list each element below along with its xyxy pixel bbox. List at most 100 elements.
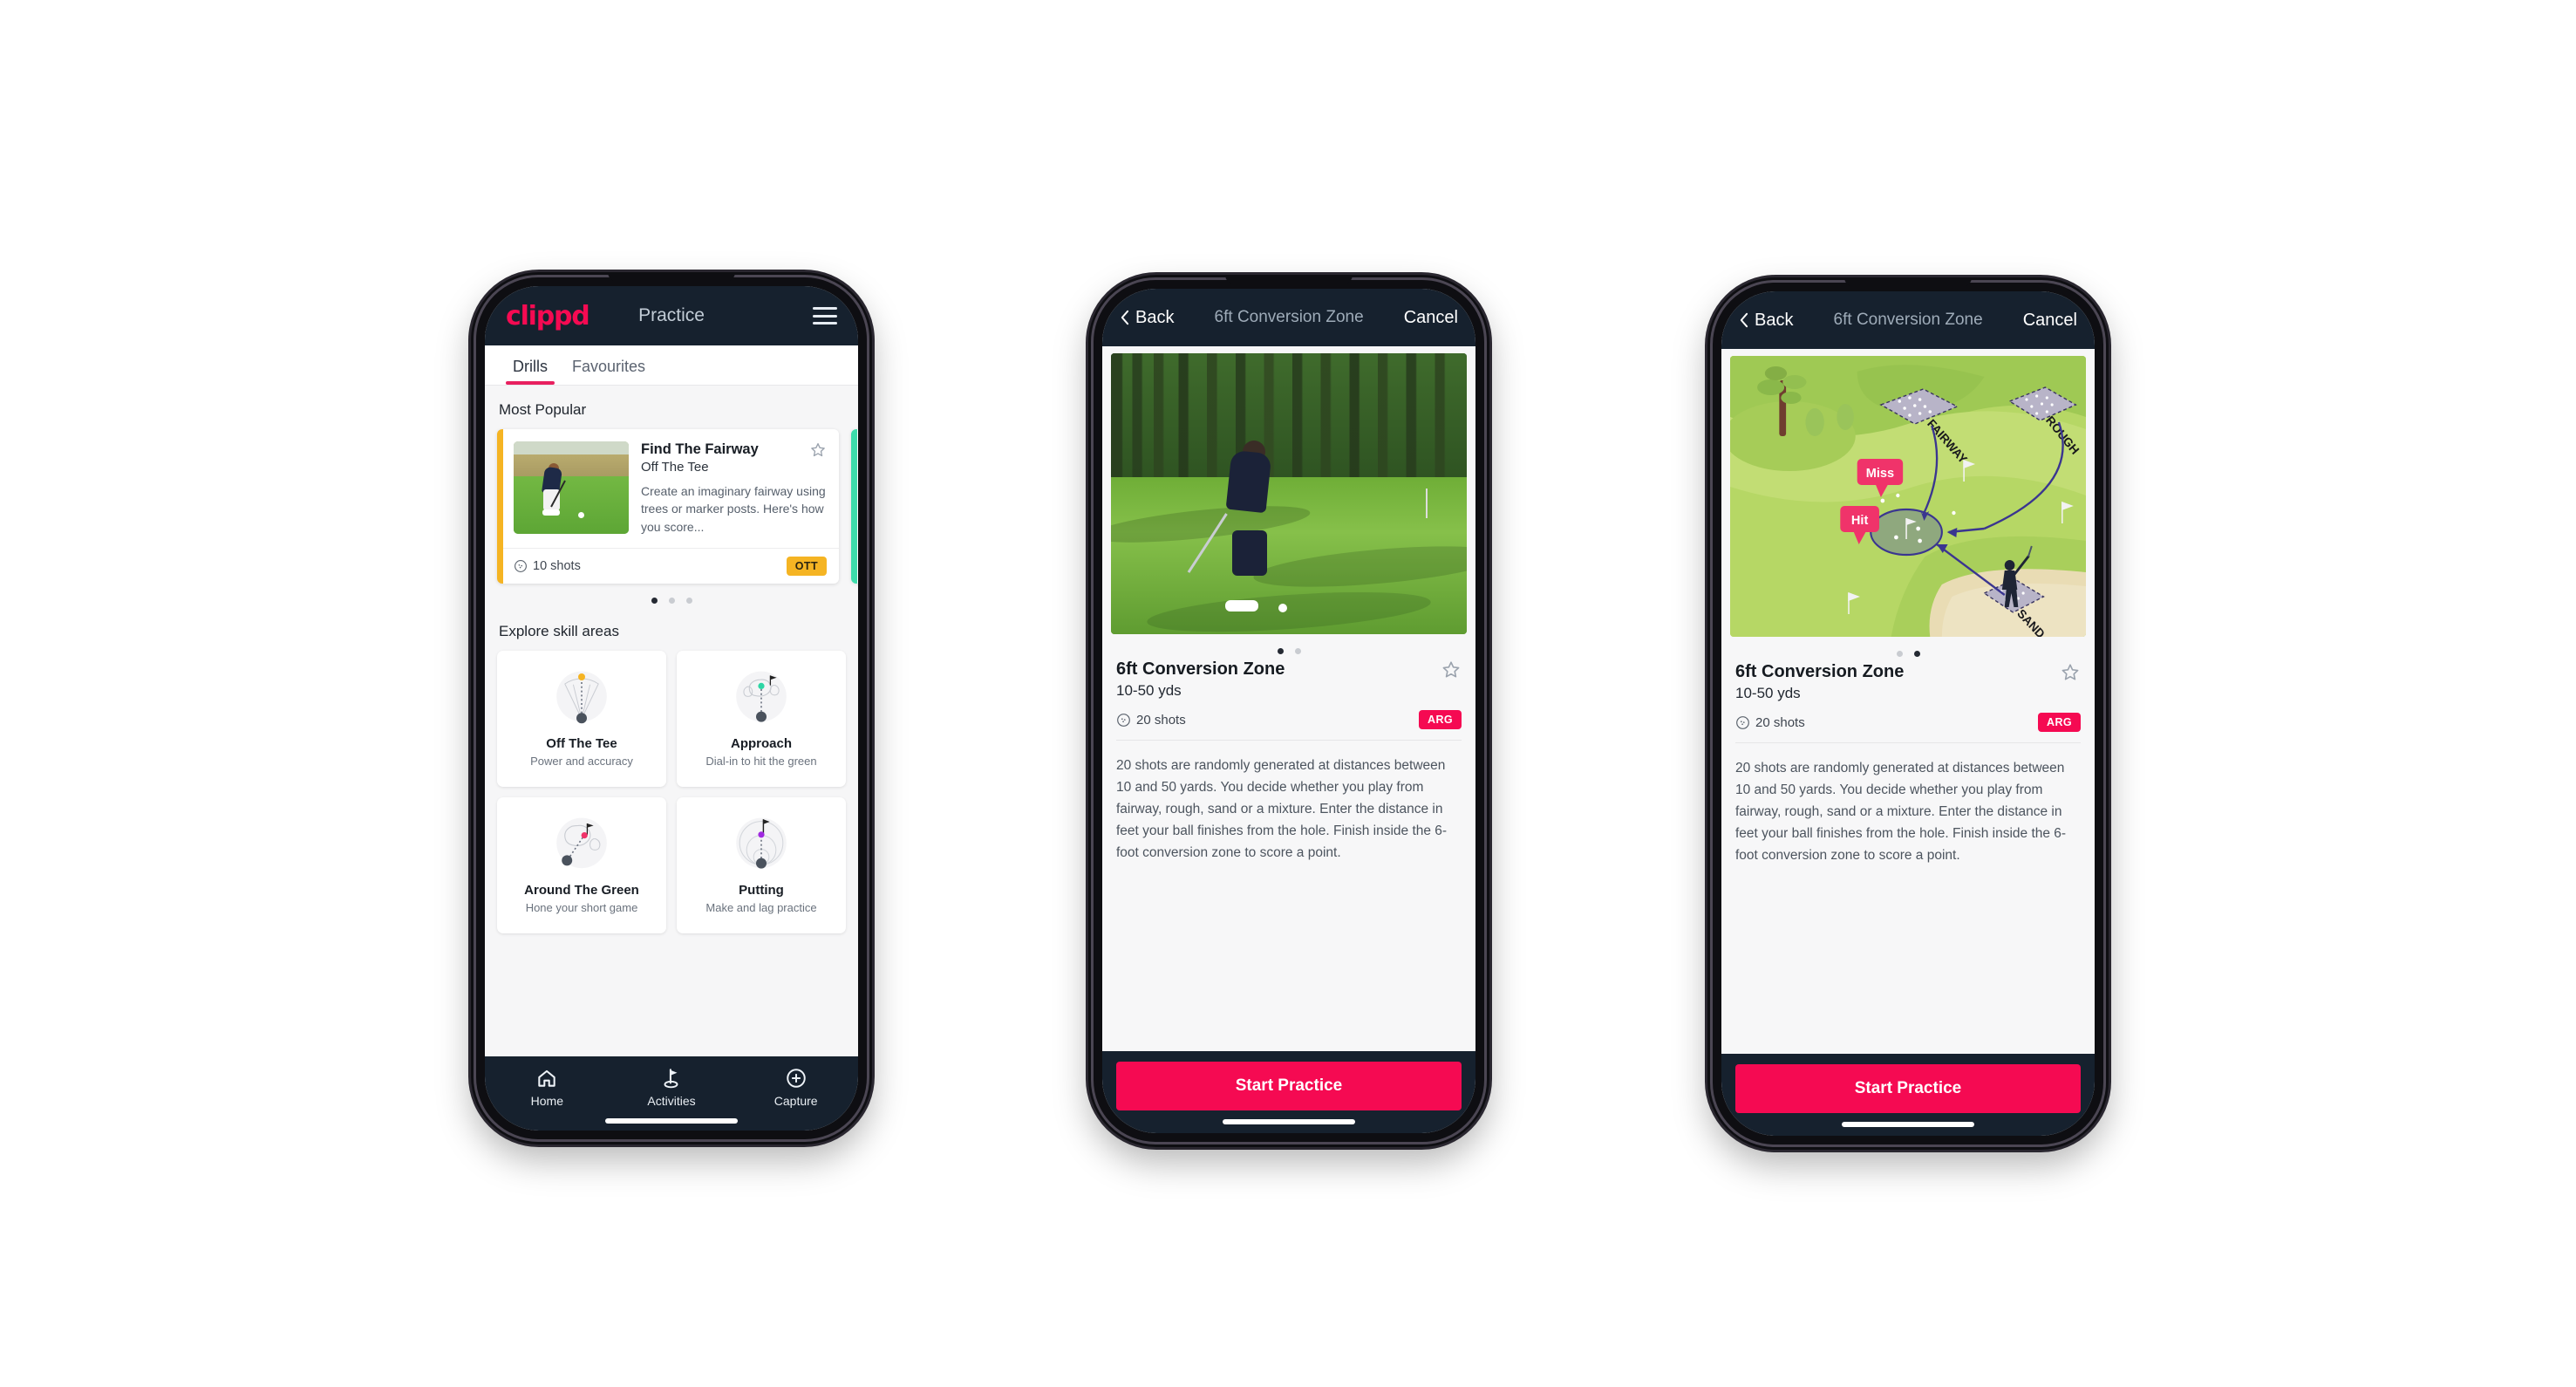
star-outline-icon[interactable] xyxy=(1441,659,1462,680)
drill-card-footer: 10 shots OTT xyxy=(503,547,839,584)
drill-shots-label: 10 shots xyxy=(533,558,581,573)
detail-title: 6ft Conversion Zone xyxy=(1735,662,1905,681)
back-label: Back xyxy=(1135,307,1175,327)
media-dot-1[interactable] xyxy=(1277,648,1284,654)
section-title-most-popular: Most Popular xyxy=(499,401,587,418)
nav-item-activities[interactable]: Activities xyxy=(610,1067,734,1108)
drill-title: Find The Fairway xyxy=(641,441,759,457)
plus-circle-icon xyxy=(786,1069,806,1088)
phone-mockup-drill-detail-photo: Back 6ft Conversion Zone Cancel 6ft Conv… xyxy=(1088,275,1489,1147)
approach-green-icon xyxy=(736,671,787,722)
phone-notch xyxy=(1225,275,1353,284)
detail-top-bar: Back 6ft Conversion Zone Cancel xyxy=(1102,289,1475,346)
hamburger-menu-icon[interactable] xyxy=(813,307,837,325)
tab-favourites[interactable]: Favourites xyxy=(560,345,658,385)
media-dot-2[interactable] xyxy=(1294,648,1301,654)
callout-miss-label: Miss xyxy=(1866,467,1894,481)
start-practice-button[interactable]: Start Practice xyxy=(1735,1064,2081,1113)
tee-shot-cone-icon xyxy=(556,671,607,724)
drill-badge-ott: OTT xyxy=(786,556,827,576)
skill-desc: Power and accuracy xyxy=(530,754,633,768)
home-indicator xyxy=(605,1118,738,1124)
media-carousel-dots[interactable] xyxy=(1102,648,1475,654)
drill-subtitle: Off The Tee xyxy=(641,460,709,475)
skill-name: Around The Green xyxy=(524,882,639,898)
back-button[interactable]: Back xyxy=(1739,311,1793,331)
media-dot-1[interactable] xyxy=(1896,651,1903,657)
skill-desc: Hone your short game xyxy=(525,900,638,914)
skill-name: Approach xyxy=(730,735,792,751)
golf-course-diagram: FAIRWAY ROUGH SAND Miss Hit xyxy=(1730,356,2086,637)
drill-media-photo[interactable] xyxy=(1111,353,1467,634)
skill-card-off-the-tee[interactable]: Off The Tee Power and accuracy xyxy=(497,650,666,787)
detail-bar-title: 6ft Conversion Zone xyxy=(1833,311,1983,329)
skill-name: Off The Tee xyxy=(546,735,617,751)
home-icon xyxy=(538,1069,556,1087)
nav-item-home[interactable]: Home xyxy=(485,1067,610,1108)
drill-media-illustration[interactable]: FAIRWAY ROUGH SAND Miss Hit xyxy=(1730,356,2086,637)
detail-title-row: 6ft Conversion Zone 10-50 yds xyxy=(1116,659,1462,700)
nav-item-capture[interactable]: Capture xyxy=(733,1067,858,1108)
detail-description: 20 shots are randomly generated at dista… xyxy=(1735,761,2067,864)
back-button[interactable]: Back xyxy=(1120,308,1174,328)
detail-meta-row: 20 shots ARG xyxy=(1116,710,1462,729)
clippd-logo: clippd xyxy=(506,300,590,331)
detail-header: 6ft Conversion Zone 10-50 yds 20 shots A… xyxy=(1721,662,2095,732)
star-outline-icon[interactable] xyxy=(809,441,827,459)
cancel-button[interactable]: Cancel xyxy=(2023,311,2077,331)
carousel-next-card-peek[interactable] xyxy=(851,429,858,584)
phone-mockup-drill-detail-illustration: Back 6ft Conversion Zone Cancel FAIRWAY … xyxy=(1707,277,2109,1150)
skill-card-putting[interactable]: Putting Make and lag practice xyxy=(677,796,846,933)
carousel-dot-2[interactable] xyxy=(668,597,675,604)
nav-label: Home xyxy=(530,1094,564,1108)
app-screen-drill-detail: Back 6ft Conversion Zone Cancel 6ft Conv… xyxy=(1102,289,1475,1133)
detail-top-bar: Back 6ft Conversion Zone Cancel xyxy=(1721,291,2095,349)
drill-card-body: Find The Fairway Off The Tee Create an i… xyxy=(503,429,839,548)
cta-container: Start Practice xyxy=(1721,1054,2095,1136)
cancel-button[interactable]: Cancel xyxy=(1404,308,1458,328)
media-dot-2[interactable] xyxy=(1913,651,1920,657)
detail-body: 6ft Conversion Zone 10-50 yds 20 shots A… xyxy=(1102,346,1475,1051)
app-screen-drill-detail-illustration: Back 6ft Conversion Zone Cancel FAIRWAY … xyxy=(1721,291,2095,1136)
practice-scroll-area[interactable]: Most Popular Find The Fairway Off The Te… xyxy=(485,386,858,1056)
drill-thumbnail-image xyxy=(514,441,629,534)
skill-card-approach[interactable]: Approach Dial-in to hit the green xyxy=(677,650,846,787)
detail-shots: 20 shots xyxy=(1116,713,1186,728)
golf-ball-icon xyxy=(1117,713,1130,727)
tab-drills[interactable]: Drills xyxy=(501,345,560,385)
section-title-explore-skill-areas: Explore skill areas xyxy=(499,622,619,639)
around-green-icon xyxy=(556,817,607,869)
phone-notch xyxy=(608,272,735,282)
detail-bar-title: 6ft Conversion Zone xyxy=(1214,308,1364,326)
detail-badge-arg: ARG xyxy=(1419,710,1462,729)
skill-desc: Dial-in to hit the green xyxy=(705,754,817,768)
detail-shots-label: 20 shots xyxy=(1755,714,1805,730)
detail-header: 6ft Conversion Zone 10-50 yds 20 shots A… xyxy=(1102,659,1475,729)
back-label: Back xyxy=(1755,310,1794,330)
most-popular-carousel[interactable]: Find The Fairway Off The Tee Create an i… xyxy=(497,429,858,584)
detail-description: 20 shots are randomly generated at dista… xyxy=(1116,758,1448,861)
media-carousel-dots[interactable] xyxy=(1721,651,2095,657)
skill-card-around-the-green[interactable]: Around The Green Hone your short game xyxy=(497,796,666,933)
golf-ball-icon xyxy=(1736,715,1749,729)
start-practice-button[interactable]: Start Practice xyxy=(1116,1062,1462,1110)
carousel-dot-1[interactable] xyxy=(651,597,658,604)
detail-body: FAIRWAY ROUGH SAND Miss Hit 6ft Conversi… xyxy=(1721,349,2095,1054)
phone-notch xyxy=(1844,277,1972,287)
app-bar: clippd Practice xyxy=(485,286,858,345)
bottom-nav-items: Home Activities Capture xyxy=(485,1067,858,1108)
drill-card[interactable]: Find The Fairway Off The Tee Create an i… xyxy=(497,429,839,584)
skill-name: Putting xyxy=(739,882,784,898)
screenshot-stage: clippd Practice Drills Favourites Most P… xyxy=(0,0,2576,1387)
carousel-dot-3[interactable] xyxy=(685,597,692,604)
detail-yardage: 10-50 yds xyxy=(1735,685,1801,701)
drill-shots: 10 shots xyxy=(514,559,581,573)
app-screen-practice: clippd Practice Drills Favourites Most P… xyxy=(485,286,858,1131)
carousel-dots[interactable] xyxy=(497,597,846,604)
skill-areas-grid: Off The Tee Power and accuracy Approach … xyxy=(497,650,846,933)
skill-desc: Make and lag practice xyxy=(705,900,817,914)
drill-description: Create an imaginary fairway using trees … xyxy=(641,484,826,534)
star-outline-icon[interactable] xyxy=(2060,662,2081,683)
detail-shots-label: 20 shots xyxy=(1136,712,1186,728)
golf-flag-icon xyxy=(664,1069,678,1089)
